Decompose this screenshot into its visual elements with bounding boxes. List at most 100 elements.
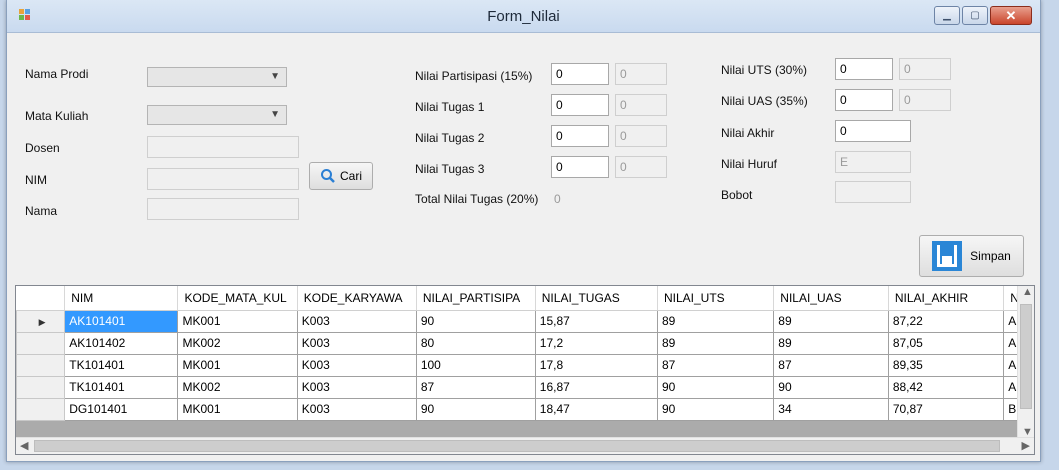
tugas1-input[interactable]: 0 xyxy=(551,94,609,116)
mata-kuliah-combo[interactable]: ▼ xyxy=(147,105,287,125)
table-cell[interactable]: 17,8 xyxy=(534,353,658,377)
close-icon: ✕ xyxy=(1005,7,1017,23)
table-cell[interactable]: K003 xyxy=(296,397,417,421)
table-cell[interactable]: K003 xyxy=(296,331,417,355)
nama-prodi-combo[interactable]: ▼ xyxy=(147,67,287,87)
vertical-scrollbar[interactable]: ▲ ▼ xyxy=(1017,286,1034,438)
horizontal-scrollbar[interactable]: ◀ ▶ xyxy=(16,437,1034,454)
table-cell[interactable]: 90 xyxy=(773,375,889,399)
dosen-label: Dosen xyxy=(25,141,60,155)
row-header[interactable]: ▶ xyxy=(16,309,66,333)
table-cell[interactable]: 90 xyxy=(415,309,536,333)
simpan-label: Simpan xyxy=(970,249,1011,263)
dosen-field[interactable] xyxy=(147,136,299,158)
tugas3-input[interactable]: 0 xyxy=(551,156,609,178)
table-cell[interactable]: AK101402 xyxy=(64,331,179,355)
minimize-button[interactable]: ▁ xyxy=(934,6,960,25)
table-cell[interactable]: K003 xyxy=(296,353,417,377)
column-header[interactable]: KODE_MATA_KUL xyxy=(177,286,298,311)
total-tugas-label: Total Nilai Tugas (20%) xyxy=(415,192,539,206)
table-cell[interactable]: TK101401 xyxy=(64,353,179,377)
table-row[interactable]: AK101402 MK002 K003 80 17,2 89 89 87,05 A xyxy=(16,331,1034,355)
partisipasi-input[interactable]: 0 xyxy=(551,63,609,85)
table-cell[interactable]: 87,05 xyxy=(887,331,1005,355)
table-cell[interactable]: 87 xyxy=(773,353,889,377)
column-header[interactable]: KODE_KARYAWA xyxy=(297,286,417,311)
column-header[interactable]: NILAI_TUGAS xyxy=(535,286,658,311)
uas-input[interactable]: 0 xyxy=(835,89,893,111)
tugas2-label: Nilai Tugas 2 xyxy=(415,131,485,145)
table-cell[interactable]: 90 xyxy=(656,375,775,399)
table-cell[interactable]: 89 xyxy=(656,331,775,355)
table-cell[interactable]: DG101401 xyxy=(64,397,179,421)
row-header[interactable] xyxy=(16,375,66,399)
table-cell[interactable]: 87 xyxy=(415,375,536,399)
table-cell[interactable]: 17,2 xyxy=(534,331,658,355)
table-cell[interactable]: 89,35 xyxy=(887,353,1005,377)
vertical-scroll-thumb[interactable] xyxy=(1020,304,1032,409)
table-cell[interactable]: 90 xyxy=(656,397,775,421)
table-cell[interactable]: 89 xyxy=(656,309,775,333)
row-header-corner xyxy=(16,286,66,311)
scroll-up-icon[interactable]: ▲ xyxy=(1022,286,1033,298)
table-cell[interactable]: 70,87 xyxy=(887,397,1005,421)
table-cell[interactable]: MK001 xyxy=(177,353,298,377)
column-header[interactable]: NIM xyxy=(64,286,179,311)
table-cell[interactable]: 90 xyxy=(415,397,536,421)
table-row[interactable]: TK101401 MK002 K003 87 16,87 90 90 88,42 A xyxy=(16,375,1034,399)
row-header[interactable] xyxy=(16,353,66,377)
nilai-akhir-field[interactable]: 0 xyxy=(835,120,911,142)
table-cell[interactable]: MK002 xyxy=(177,331,298,355)
table-cell[interactable]: 15,87 xyxy=(534,309,658,333)
row-header[interactable] xyxy=(16,331,66,355)
table-cell[interactable]: 34 xyxy=(773,397,889,421)
table-row[interactable]: ▶ AK101401 MK001 K003 90 15,87 89 89 87,22 A xyxy=(16,309,1034,333)
table-cell[interactable]: 18,47 xyxy=(534,397,658,421)
close-button[interactable]: ✕ xyxy=(990,6,1032,25)
column-header[interactable]: NILAI_AKHIR xyxy=(888,286,1005,311)
cari-label: Cari xyxy=(339,169,362,183)
column-header[interactable]: NILAI_UTS xyxy=(657,286,775,311)
table-row[interactable]: DG101401 MK001 K003 90 18,47 90 34 70,87 B xyxy=(16,397,1034,421)
tugas1-label: Nilai Tugas 1 xyxy=(415,100,485,114)
search-icon xyxy=(320,169,335,183)
table-cell[interactable]: 16,87 xyxy=(534,375,658,399)
nim-field[interactable] xyxy=(147,168,299,190)
simpan-button[interactable]: Simpan xyxy=(919,235,1024,277)
table-cell[interactable]: TK101401 xyxy=(64,375,179,399)
row-indicator-icon: ▶ xyxy=(38,317,46,327)
table-cell[interactable]: 88,42 xyxy=(887,375,1005,399)
nama-field[interactable] xyxy=(147,198,299,220)
cari-button[interactable]: Cari xyxy=(309,162,373,190)
table-cell[interactable]: MK001 xyxy=(177,309,298,333)
table-cell[interactable]: AK101401 xyxy=(64,309,179,333)
uas-label: Nilai UAS (35%) xyxy=(721,94,808,108)
horizontal-scroll-thumb[interactable] xyxy=(34,440,1000,452)
table-cell[interactable]: 87,22 xyxy=(887,309,1005,333)
scroll-left-icon[interactable]: ◀ xyxy=(20,439,28,452)
scroll-right-icon[interactable]: ▶ xyxy=(1022,439,1030,452)
table-cell[interactable]: 89 xyxy=(773,331,889,355)
table-row[interactable]: TK101401 MK001 K003 100 17,8 87 87 89,35 A xyxy=(16,353,1034,377)
table-cell[interactable]: 89 xyxy=(773,309,889,333)
maximize-button[interactable]: ▢ xyxy=(962,6,988,25)
title-bar[interactable]: Form_Nilai ▁ ▢ ✕ xyxy=(7,0,1040,33)
tugas2-input[interactable]: 0 xyxy=(551,125,609,147)
nilai-data-grid[interactable]: NIM KODE_MATA_KUL KODE_KARYAWA NILAI_PAR… xyxy=(15,285,1035,455)
table-cell[interactable]: 100 xyxy=(415,353,536,377)
table-cell[interactable]: MK001 xyxy=(177,397,298,421)
uts-input[interactable]: 0 xyxy=(835,58,893,80)
nilai-huruf-field: E xyxy=(835,151,911,173)
table-cell[interactable]: 87 xyxy=(656,353,775,377)
chevron-down-icon: ▼ xyxy=(270,71,280,82)
window-title: Form_Nilai xyxy=(487,8,560,25)
bobot-field xyxy=(835,181,911,203)
table-cell[interactable]: K003 xyxy=(296,375,417,399)
column-header[interactable]: NILAI_UAS xyxy=(773,286,889,311)
uts-label: Nilai UTS (30%) xyxy=(721,63,808,77)
column-header[interactable]: NILAI_PARTISIPA xyxy=(416,286,536,311)
row-header[interactable] xyxy=(16,397,66,421)
table-cell[interactable]: K003 xyxy=(296,309,417,333)
table-cell[interactable]: MK002 xyxy=(177,375,298,399)
table-cell[interactable]: 80 xyxy=(415,331,536,355)
